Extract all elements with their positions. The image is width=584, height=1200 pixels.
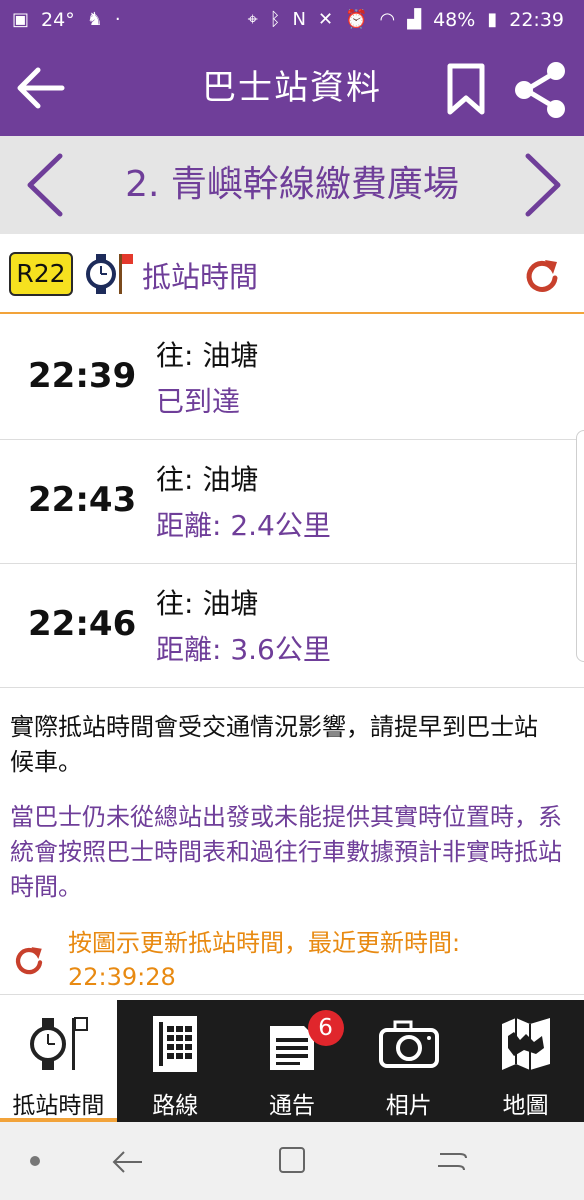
route-table-icon <box>153 1016 198 1072</box>
system-home-button[interactable] <box>272 1140 312 1180</box>
bottom-nav: 抵站時間 路線 6 通告 相片 地圖 <box>0 1000 584 1122</box>
tab-routes[interactable]: 路線 <box>117 1000 234 1122</box>
previous-stop-button[interactable] <box>18 150 72 220</box>
eta-status: 已到達 <box>156 385 241 418</box>
nfc-icon: N <box>292 9 307 30</box>
eta-destination: 往: 油塘 <box>156 587 259 620</box>
back-button[interactable] <box>12 60 68 116</box>
eta-row: 22:39 往: 油塘 已到達 <box>0 316 584 440</box>
wifi-icon: ◠ <box>379 9 396 30</box>
route-badge: R22 <box>9 252 73 296</box>
back-arrow-icon <box>17 67 65 109</box>
system-nav-bar <box>0 1122 584 1200</box>
tab-label: 路線 <box>152 1093 199 1119</box>
status-clock: 22:39 <box>509 9 564 31</box>
system-back-button[interactable] <box>106 1142 146 1182</box>
clock-flag-icon <box>86 254 133 294</box>
share-icon <box>515 62 565 118</box>
bird-icon: ♞ <box>86 9 103 30</box>
stop-navigator: 2. 青嶼幹線繳費廣場 <box>0 136 584 234</box>
tab-eta[interactable]: 抵站時間 <box>0 1000 117 1122</box>
home-icon <box>279 1147 305 1173</box>
tab-photos[interactable]: 相片 <box>350 1000 467 1122</box>
nav-dot-icon[interactable] <box>30 1156 40 1166</box>
eta-status: 距離: 3.6公里 <box>156 633 331 666</box>
divider <box>0 994 584 995</box>
page-title: 巴士站資料 <box>202 68 382 108</box>
eta-header: R22 抵站時間 <box>0 234 584 314</box>
eta-time: 22:43 <box>28 480 137 520</box>
eta-row: 22:43 往: 油塘 距離: 2.4公里 <box>0 440 584 564</box>
battery-percent: 48% <box>433 9 476 31</box>
status-bar-left: ▣ 24° ♞ · <box>12 9 121 31</box>
recent-apps-icon <box>438 1153 467 1171</box>
photo-icon: ▣ <box>12 9 30 30</box>
schedule-notice: 當巴士仍未從總站出發或未能提供其實時位置時，系統會按照巴士時間表和過往行車數據預… <box>10 803 562 901</box>
bookmark-icon <box>447 63 485 115</box>
signal-icon: ▟ <box>407 9 422 30</box>
camera-icon <box>378 1020 439 1068</box>
notification-badge: 6 <box>307 1010 344 1046</box>
mute-icon: ✕ <box>318 9 334 30</box>
eta-time: 22:46 <box>28 604 137 644</box>
eta-destination: 往: 油塘 <box>156 339 259 372</box>
tab-notices[interactable]: 6 通告 <box>234 1000 351 1122</box>
bluetooth-icon: ᛒ <box>269 9 281 30</box>
status-bar-right: ⌖ ᛒ N ✕ ⏰ ◠ ▟ 48% ▮ 22:39 <box>248 9 564 31</box>
eta-time: 22:39 <box>28 356 137 396</box>
eta-status: 距離: 2.4公里 <box>156 509 331 542</box>
clock-flag-icon <box>30 1017 89 1070</box>
stop-name: 2. 青嶼幹線繳費廣場 <box>125 164 459 205</box>
eta-row: 22:46 往: 油塘 距離: 3.6公里 <box>0 564 584 688</box>
next-stop-button[interactable] <box>516 150 570 220</box>
tab-label: 相片 <box>385 1093 432 1119</box>
tab-label: 通告 <box>268 1093 315 1119</box>
bookmark-button[interactable] <box>444 62 488 118</box>
share-button[interactable] <box>510 60 570 120</box>
scrollbar[interactable] <box>576 430 584 662</box>
update-refresh-button[interactable] <box>12 942 46 976</box>
chevron-left-icon <box>27 153 63 217</box>
tab-map[interactable]: 地圖 <box>467 1000 584 1122</box>
refresh-icon <box>15 947 43 975</box>
eta-section-label: 抵站時間 <box>142 260 259 294</box>
status-bar: ▣ 24° ♞ · ⌖ ᛒ N ✕ ⏰ ◠ ▟ 48% ▮ 22:39 <box>0 0 584 40</box>
app-bar: 巴士站資料 <box>0 40 584 136</box>
chevron-right-icon <box>525 153 561 217</box>
back-icon <box>112 1151 142 1173</box>
last-updated-text: 按圖示更新抵站時間，最近更新時間: 22:39:28 <box>68 929 461 991</box>
eta-destination: 往: 油塘 <box>156 463 259 496</box>
alarm-icon: ⏰ <box>345 9 368 30</box>
traffic-notice: 實際抵站時間會受交通情況影響，請提早到巴士站候車。 <box>10 713 538 776</box>
tab-label: 地圖 <box>502 1093 549 1119</box>
refresh-button[interactable] <box>522 254 562 294</box>
refresh-icon <box>526 260 558 292</box>
system-recent-apps-button[interactable] <box>432 1140 472 1180</box>
battery-icon: ▮ <box>487 9 498 30</box>
location-icon: ⌖ <box>247 9 258 30</box>
dot-icon: · <box>114 9 121 30</box>
map-icon <box>501 1018 550 1070</box>
tab-label: 抵站時間 <box>12 1093 105 1119</box>
temperature: 24° <box>41 9 75 31</box>
